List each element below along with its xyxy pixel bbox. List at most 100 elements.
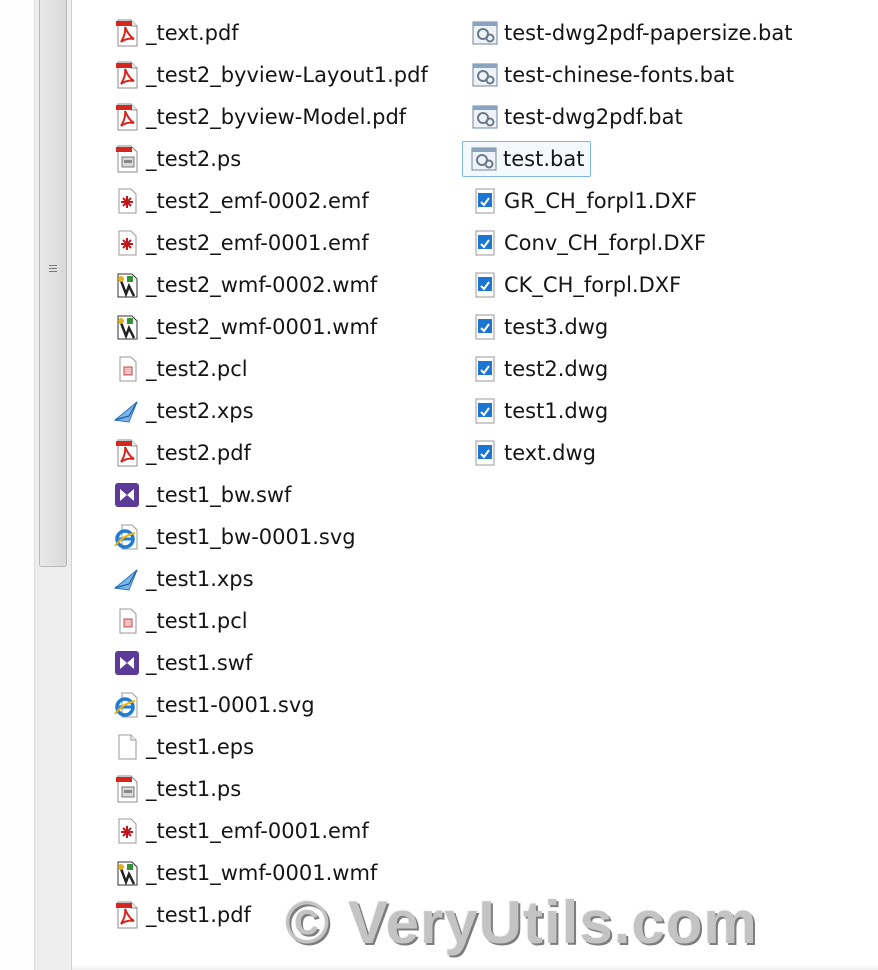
pdf-icon [110, 18, 144, 48]
file-item[interactable]: _test1.ps [108, 768, 428, 810]
file-name-label: _text.pdf [146, 21, 239, 45]
file-item[interactable]: _test2_wmf-0002.wmf [108, 264, 428, 306]
file-name-label: _test1_bw.swf [146, 483, 292, 507]
file-item-content: _test2_wmf-0001.wmf [110, 312, 377, 342]
wmf-icon [110, 858, 144, 888]
file-item[interactable]: _test1_bw-0001.svg [108, 516, 428, 558]
pdf-icon [110, 60, 144, 90]
file-item[interactable]: test2.dwg [466, 348, 793, 390]
file-item-content: _test1.xps [110, 564, 254, 594]
file-name-label: test-dwg2pdf-papersize.bat [504, 21, 793, 45]
file-name-label: _test1_emf-0001.emf [146, 819, 369, 843]
file-item[interactable]: text.dwg [466, 432, 793, 474]
file-name-label: test3.dwg [504, 315, 609, 339]
file-item-content: _test2_wmf-0002.wmf [110, 270, 377, 300]
emf-icon [110, 816, 144, 846]
file-item[interactable]: Conv_CH_forpl.DXF [466, 222, 793, 264]
file-item-content: test2.dwg [468, 354, 608, 384]
file-item[interactable]: CK_CH_forpl.DXF [466, 264, 793, 306]
file-item[interactable]: _test1_bw.swf [108, 474, 428, 516]
file-item[interactable]: _test1_emf-0001.emf [108, 810, 428, 852]
svg-ie-icon [110, 522, 144, 552]
emf-icon [110, 186, 144, 216]
file-name-label: _test1.pdf [146, 903, 251, 927]
file-item[interactable]: _test2.ps [108, 138, 428, 180]
file-item[interactable]: _test1.eps [108, 726, 428, 768]
file-item-content: _test1_bw.swf [110, 480, 291, 510]
bat-icon [468, 102, 502, 132]
file-item-content: _test1.eps [110, 732, 254, 762]
file-item[interactable]: _test2_byview-Layout1.pdf [108, 54, 428, 96]
file-item[interactable]: _test2.pcl [108, 348, 428, 390]
file-item-content: _test2.ps [110, 144, 241, 174]
dwg-icon [468, 396, 502, 426]
vertical-scrollbar[interactable] [34, 0, 72, 970]
file-item-content: test-dwg2pdf-papersize.bat [468, 18, 793, 48]
file-name-label: _test1.ps [146, 777, 242, 801]
scrollbar-thumb[interactable] [39, 0, 67, 567]
file-name-label: _test2_emf-0001.emf [146, 231, 369, 255]
file-item[interactable]: _test2.pdf [108, 432, 428, 474]
xps-icon [110, 564, 144, 594]
file-item[interactable]: test-dwg2pdf-papersize.bat [466, 12, 793, 54]
file-item[interactable]: _test2_emf-0002.emf [108, 180, 428, 222]
file-item[interactable]: _test2_byview-Model.pdf [108, 96, 428, 138]
file-item-content: _test1.pcl [110, 606, 248, 636]
blank-file-icon [110, 732, 144, 762]
file-item-content: CK_CH_forpl.DXF [468, 270, 681, 300]
pdf-icon [110, 102, 144, 132]
pdf-icon [110, 900, 144, 930]
bat-icon [468, 18, 502, 48]
file-item-content: test-chinese-fonts.bat [468, 60, 734, 90]
file-item[interactable]: _test1.pcl [108, 600, 428, 642]
file-item-content: _test1.ps [110, 774, 241, 804]
pcl-icon [110, 606, 144, 636]
xps-icon [110, 396, 144, 426]
file-item[interactable]: GR_CH_forpl1.DXF [466, 180, 793, 222]
file-item-content: _test2_emf-0001.emf [110, 228, 369, 258]
file-item-content: Conv_CH_forpl.DXF [468, 228, 706, 258]
ps-icon [110, 144, 144, 174]
file-item-content: _test2.pcl [110, 354, 248, 384]
file-item-content: _test1-0001.svg [110, 690, 315, 720]
file-item[interactable]: _test2_wmf-0001.wmf [108, 306, 428, 348]
file-item-content: _test1_wmf-0001.wmf [110, 858, 377, 888]
file-item[interactable]: _test1-0001.svg [108, 684, 428, 726]
file-item-content: test1.dwg [468, 396, 608, 426]
file-name-label: test.bat [503, 147, 585, 171]
file-item[interactable]: _text.pdf [108, 12, 428, 54]
file-item[interactable]: test3.dwg [466, 306, 793, 348]
file-column-1: _text.pdf _test2_byview-Layout1.pdf _test2… [108, 12, 428, 936]
pdf-icon [110, 438, 144, 468]
dwg-icon [468, 438, 502, 468]
file-column-2: test-dwg2pdf-papersize.bat test-chinese-f… [462, 12, 793, 474]
pane-bottom-edge [72, 964, 878, 970]
file-name-label: _test2_wmf-0001.wmf [146, 315, 378, 339]
file-item[interactable]: _test2.xps [108, 390, 428, 432]
file-name-label: test-dwg2pdf.bat [504, 105, 683, 129]
file-item-content: _test1.pdf [110, 900, 251, 930]
file-item[interactable]: test-chinese-fonts.bat [466, 54, 793, 96]
file-item-content: _test1.swf [110, 648, 252, 678]
wmf-icon [110, 312, 144, 342]
file-name-label: _test1.eps [146, 735, 255, 759]
ps-icon [110, 774, 144, 804]
file-item[interactable]: test.bat [462, 138, 793, 180]
file-item[interactable]: test1.dwg [466, 390, 793, 432]
bat-icon [468, 60, 502, 90]
swf-icon [110, 648, 144, 678]
watermark-text: © VeryUtils.com [285, 889, 758, 956]
dxf-icon [468, 186, 502, 216]
file-name-label: _test2_wmf-0002.wmf [146, 273, 378, 297]
file-item[interactable]: _test1.xps [108, 558, 428, 600]
svg-ie-icon [110, 690, 144, 720]
file-name-label: test2.dwg [504, 357, 609, 381]
file-item-content: _test2_byview-Layout1.pdf [110, 60, 428, 90]
file-item[interactable]: test-dwg2pdf.bat [466, 96, 793, 138]
file-name-label: _test1.pcl [146, 609, 248, 633]
file-item-content: _test2.pdf [110, 438, 251, 468]
file-name-label: _test2.pcl [146, 357, 248, 381]
file-item[interactable]: _test2_emf-0001.emf [108, 222, 428, 264]
scrollbar-grip-icon [49, 265, 57, 274]
file-item[interactable]: _test1.swf [108, 642, 428, 684]
